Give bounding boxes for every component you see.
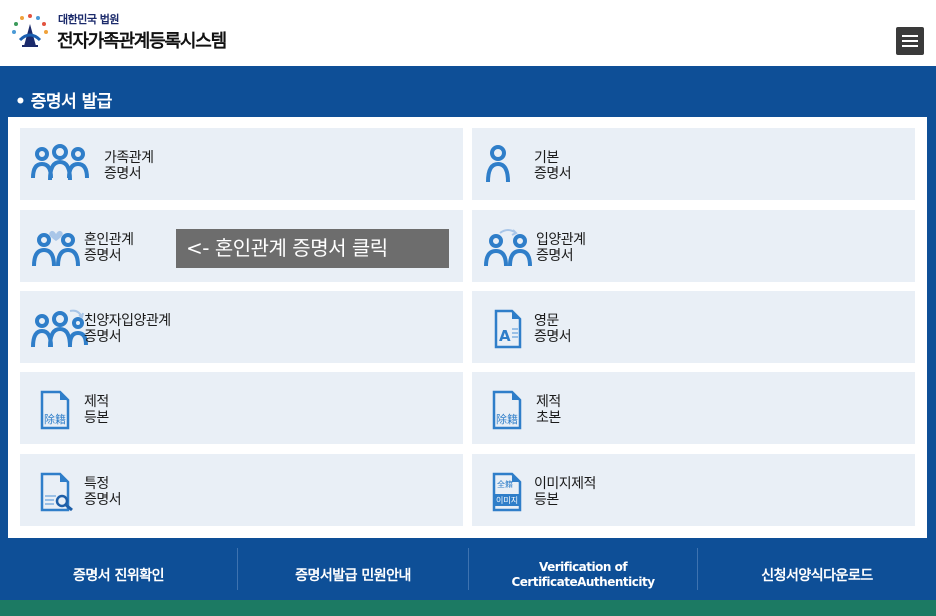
tile-label: 가족관계 증명서: [104, 150, 154, 182]
tile-label-line2: 등본: [84, 410, 109, 426]
court-emblem-icon[interactable]: [8, 10, 52, 50]
person-icon: [486, 145, 510, 183]
tile-label: 혼인관계 증명서: [84, 232, 134, 264]
tile-label-line1: 특정: [84, 476, 109, 492]
svg-text:除籍: 除籍: [496, 412, 518, 426]
tile-label: 이미지제적 등본: [534, 476, 596, 508]
menu-button[interactable]: [896, 27, 924, 55]
hamburger-icon: [902, 40, 918, 42]
tile-label: 제적 초본: [536, 394, 561, 426]
tile-full-adoption-certificate[interactable]: 친양자입양관계 증명서: [20, 291, 463, 363]
marriage-icon: [32, 230, 80, 267]
english-document-icon: A: [494, 309, 522, 349]
tile-label-line2: 증명서: [104, 166, 142, 182]
footer-verification-english[interactable]: Verification of CertificateAuthenticity: [469, 550, 697, 600]
tile-removed-register-copy[interactable]: 除籍 제적 등본: [20, 372, 463, 444]
tile-label-line2: 증명서: [84, 492, 122, 508]
search-document-icon: [40, 472, 73, 512]
tile-label: 입양관계 증명서: [536, 232, 586, 264]
tile-label-line1: 제적: [536, 394, 561, 410]
tile-label: 제적 등본: [84, 394, 109, 426]
hamburger-icon: [902, 45, 918, 47]
annotation-callout: <- 혼인관계 증명서 클릭: [176, 229, 449, 268]
svg-text:A: A: [499, 327, 511, 345]
bottom-bar: [0, 600, 936, 616]
footer-form-download[interactable]: 신청서양식다운로드: [698, 550, 936, 600]
full-adoption-icon: [31, 309, 88, 348]
tile-label-line2: 증명서: [534, 166, 572, 182]
tile-label-line2: 증명서: [534, 329, 572, 345]
header: 대한민국 법원 전자가족관계등록시스템: [0, 0, 936, 66]
svg-text:全籍: 全籍: [497, 479, 513, 489]
tile-label-line2: 증명서: [84, 329, 122, 345]
tile-label-line2: 등본: [534, 492, 559, 508]
tile-label-line1: 혼인관계: [84, 232, 134, 248]
logo-subtitle: 대한민국 법원: [58, 13, 120, 26]
tile-label-line2: 증명서: [536, 248, 574, 264]
tile-specific-certificate[interactable]: 특정 증명서: [20, 454, 463, 526]
tile-label: 기본 증명서: [534, 150, 572, 182]
tile-adoption-certificate[interactable]: 입양관계 증명서: [472, 210, 915, 282]
tile-english-certificate[interactable]: A 영문 증명서: [472, 291, 915, 363]
family-icon: [31, 144, 89, 181]
tile-label-line1: 가족관계: [104, 150, 154, 166]
removed-register-icon: 除籍: [40, 390, 70, 430]
removed-register-icon: 除籍: [492, 390, 522, 430]
tile-label-line2: 증명서: [84, 248, 122, 264]
svg-text:이미지: 이미지: [496, 495, 518, 505]
tile-label-line1: 이미지제적: [534, 476, 596, 492]
tile-label-line2: 초본: [536, 410, 561, 426]
tile-label-line1: 영문: [534, 313, 559, 329]
tile-label: 친양자입양관계 증명서: [84, 313, 171, 345]
tile-family-certificate[interactable]: 가족관계 증명서: [20, 128, 463, 200]
tile-label: 특정 증명서: [84, 476, 122, 508]
tile-basic-certificate[interactable]: 기본 증명서: [472, 128, 915, 200]
panel-title: • 증명서 발급: [15, 92, 112, 112]
footer-issuance-guide[interactable]: 증명서발급 민원안내: [238, 550, 468, 600]
tile-label-line1: 친양자입양관계: [84, 313, 171, 329]
svg-text:除籍: 除籍: [44, 412, 66, 426]
footer-verify-authenticity[interactable]: 증명서 진위확인: [0, 550, 237, 600]
logo-title[interactable]: 전자가족관계등록시스템: [57, 27, 227, 53]
tile-label-line1: 제적: [84, 394, 109, 410]
image-register-icon: 全籍 이미지: [492, 472, 522, 512]
tile-image-register-copy[interactable]: 全籍 이미지 이미지제적 등본: [472, 454, 915, 526]
tile-removed-register-extract[interactable]: 除籍 제적 초본: [472, 372, 915, 444]
tile-label-line1: 입양관계: [536, 232, 586, 248]
tile-label: 영문 증명서: [534, 313, 572, 345]
tile-label-line1: 기본: [534, 150, 559, 166]
hamburger-icon: [902, 35, 918, 37]
adoption-icon: [484, 229, 532, 267]
